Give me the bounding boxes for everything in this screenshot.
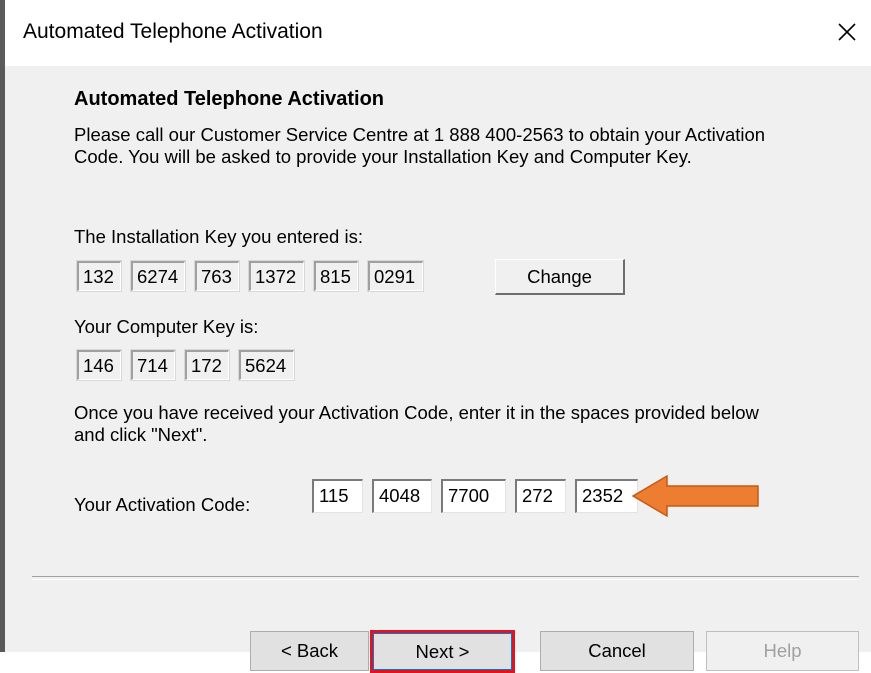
- cancel-button[interactable]: Cancel: [540, 631, 694, 671]
- installation-key-label: The Installation Key you entered is:: [74, 226, 363, 247]
- title-bar: Automated Telephone Activation: [5, 0, 871, 66]
- activation-code-label: Your Activation Code:: [74, 494, 251, 515]
- window-title: Automated Telephone Activation: [23, 20, 323, 43]
- change-button[interactable]: Change: [495, 259, 625, 295]
- installation-key-part: 815: [313, 260, 359, 292]
- dialog-content: Automated Telephone Activation Please ca…: [5, 66, 871, 673]
- computer-key-part: 146: [76, 349, 122, 381]
- activation-code-input[interactable]: 115: [312, 479, 363, 513]
- activation-code-input[interactable]: 272: [515, 479, 566, 513]
- activation-code-input[interactable]: 2352: [575, 479, 638, 513]
- computer-key-part: 714: [130, 349, 176, 381]
- close-button[interactable]: [823, 10, 871, 54]
- activation-code-input[interactable]: 7700: [441, 479, 506, 513]
- orange-arrow-icon: [631, 474, 759, 518]
- close-icon: [838, 23, 856, 41]
- back-button[interactable]: < Back: [250, 631, 369, 671]
- installation-key-part: 0291: [367, 260, 424, 292]
- installation-key-part: 763: [194, 260, 240, 292]
- help-button: Help: [706, 631, 859, 671]
- installation-key-part: 6274: [130, 260, 186, 292]
- computer-key-part: 172: [184, 349, 230, 381]
- instruction-text: Once you have received your Activation C…: [74, 402, 759, 445]
- activation-dialog: Automated Telephone Activation Automated…: [5, 0, 871, 673]
- section-heading: Automated Telephone Activation: [74, 88, 385, 110]
- activation-code-input[interactable]: 4048: [372, 479, 432, 513]
- intro-text: Please call our Customer Service Centre …: [74, 124, 766, 167]
- computer-key-part: 5624: [238, 349, 295, 381]
- divider: [32, 576, 859, 580]
- installation-key-part: 1372: [248, 260, 305, 292]
- installation-key-part: 132: [76, 260, 122, 292]
- computer-key-label: Your Computer Key is:: [74, 316, 259, 337]
